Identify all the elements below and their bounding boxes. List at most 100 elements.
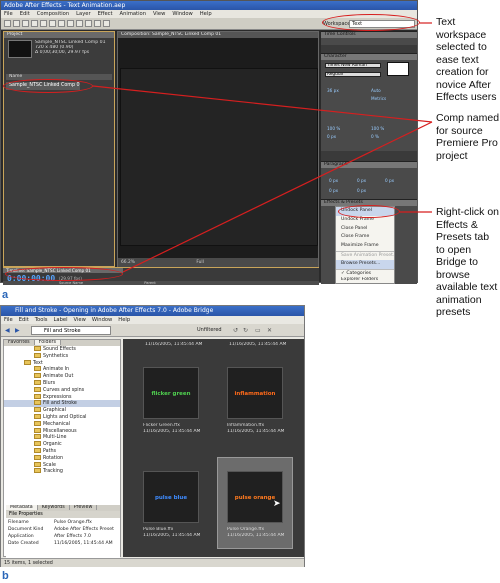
thumb-date: 11/16/2005, 11:45:44 AM [227, 533, 285, 538]
metadata-panel: Metadata Keywords Preview File Properties … [6, 505, 120, 583]
tab-favorites[interactable]: Favorites [4, 340, 35, 345]
folder-icon [34, 420, 41, 426]
folder-label: Fill and Stroke [43, 401, 77, 407]
meta-value: After Effects 7.0 [54, 534, 91, 539]
figure-label-a: a [2, 289, 9, 301]
bridge-window-title: Fill and Stroke - Opening in Adobe After… [1, 306, 304, 316]
folder-label: Lights and Optical [43, 415, 87, 420]
meta-value: 11/16/2005, 11:45:44 AM [54, 541, 113, 546]
thumb-date: 11/16/2005, 11:45:44 AM [143, 429, 201, 434]
bridge-left-pane: Favorites Folders Sound Effects Synthetics… [3, 339, 121, 583]
folder-label: Tracking [43, 469, 63, 475]
figure: Adobe After Effects - Text Animation.aep… [0, 0, 500, 583]
thumb-pulse-blue[interactable]: pulse blue [143, 471, 199, 523]
meta-value: Adobe After Effects Preset [54, 527, 114, 532]
back-arrow-icon[interactable]: ◀ [5, 327, 10, 334]
bridge-menu-tools[interactable]: Tools [35, 317, 48, 323]
meta-row: Document Kind Adobe After Effects Preset [6, 526, 120, 533]
folder-label: Multi-Line [43, 435, 67, 441]
folder-label: Curves and spins [43, 387, 85, 393]
bridge-menu-help[interactable]: Help [118, 317, 130, 323]
folder-item[interactable]: Tracking [4, 468, 120, 475]
folder-icon [34, 454, 41, 460]
folder-label: Text [33, 360, 43, 366]
folder-label: Expressions [43, 394, 72, 400]
path-select[interactable]: Fill and Stroke [31, 326, 111, 335]
top-date-left: 11/16/2005, 11:45:44 AM [145, 342, 203, 347]
thumb-date: 11/16/2005, 11:45:44 AM [143, 533, 201, 538]
meta-row: Date Created 11/16/2005, 11:45:44 AM [6, 540, 120, 547]
tab-preview[interactable]: Preview [69, 505, 98, 510]
bridge-menu-view[interactable]: View [74, 317, 86, 323]
callout-workspace: Text workspace selected to ease text cre… [436, 16, 497, 103]
folder-label: Synthetics [43, 353, 69, 359]
leader-project-item [92, 85, 433, 123]
bridge-menu-file[interactable]: File [4, 317, 13, 323]
leader-timeline [122, 121, 433, 273]
bridge-menu-window[interactable]: Window [92, 317, 112, 323]
folder-icon [34, 393, 41, 399]
thumb-inflammation[interactable]: inflammation [227, 367, 283, 419]
bridge-menu-bar: File Edit Tools Label View Window Help [1, 316, 304, 324]
callout-comp-name: Comp named for source Premiere Pro proje… [436, 112, 500, 162]
mouse-cursor-icon: ➤ [273, 499, 281, 509]
folder-label: Organic [43, 442, 62, 448]
thumb-date: 11/16/2005, 11:45:44 AM [227, 429, 285, 434]
folder-icon [34, 400, 41, 406]
rotate-right-icon[interactable]: ↻ [243, 327, 248, 334]
folder-icon [34, 346, 41, 351]
meta-key: Date Created [8, 541, 39, 546]
folder-label: Mechanical [43, 421, 70, 427]
meta-section-header[interactable]: File Properties [6, 511, 120, 518]
folder-icon [34, 427, 41, 433]
folder-icon [34, 352, 41, 358]
folder-label: Scale [43, 462, 56, 468]
folder-icon [34, 407, 41, 413]
tab-folders[interactable]: Folders [34, 340, 61, 345]
thumb-pulse-orange[interactable]: pulse orange [227, 471, 283, 523]
meta-row: Application After Effects 7.0 [6, 533, 120, 540]
folder-icon [34, 414, 41, 419]
forward-arrow-icon[interactable]: ▶ [15, 327, 20, 334]
folder-icon [34, 373, 41, 379]
folder-icon [34, 461, 41, 467]
folder-icon [24, 359, 31, 365]
meta-key: Application [8, 534, 34, 539]
folder-label: Graphical [43, 408, 66, 414]
folder-icon [34, 448, 41, 453]
callout-lines [92, 22, 433, 273]
figure-label-b: b [2, 570, 9, 582]
content-pane: 11/16/2005, 11:45:44 AM 11/16/2005, 11:4… [123, 339, 304, 557]
folder-icon [34, 380, 41, 385]
folder-label: Animate Out [43, 374, 74, 380]
filter-select[interactable]: Unfiltered [197, 327, 222, 333]
meta-key: Document Kind [8, 527, 44, 532]
bridge-window: Fill and Stroke - Opening in Adobe After… [0, 305, 305, 583]
bridge-toolbar: ◀ ▶ Fill and Stroke Unfiltered ↺ ↻ ▭ ✕ [1, 324, 304, 337]
new-folder-icon[interactable]: ▭ [255, 327, 261, 334]
tab-metadata[interactable]: Metadata [6, 505, 38, 510]
folder-label: Animate In [43, 367, 70, 373]
folder-label: Sound Effects [43, 347, 76, 352]
folder-label: Paths [43, 449, 57, 454]
meta-key: Filename [8, 520, 29, 525]
folder-icon [34, 468, 41, 474]
meta-row: Filename Pulse Orange.ffx [6, 519, 120, 526]
thumb-flicker-green[interactable]: flicker green [143, 367, 199, 419]
meta-value: Pulse Orange.ffx [54, 520, 92, 525]
folder-icon [34, 366, 41, 372]
folder-icon [34, 441, 41, 447]
folder-tree: Sound Effects Synthetics Text Animate In Ani… [4, 346, 120, 474]
top-date-right: 11/16/2005, 11:45:44 AM [229, 342, 287, 347]
delete-icon[interactable]: ✕ [267, 327, 272, 334]
folder-label: Miscellaneous [43, 428, 77, 434]
tab-keywords[interactable]: Keywords [37, 505, 70, 510]
callout-effects-presets: Right-click on Effects & Presets tab to … [436, 206, 500, 318]
folder-icon [34, 386, 41, 392]
folder-label: Rotation [43, 455, 64, 461]
bridge-menu-edit[interactable]: Edit [19, 317, 29, 323]
rotate-left-icon[interactable]: ↺ [233, 327, 238, 334]
bridge-menu-label[interactable]: Label [54, 317, 68, 323]
folder-icon [34, 434, 41, 440]
status-bar: 15 items, 1 selected [1, 558, 304, 567]
